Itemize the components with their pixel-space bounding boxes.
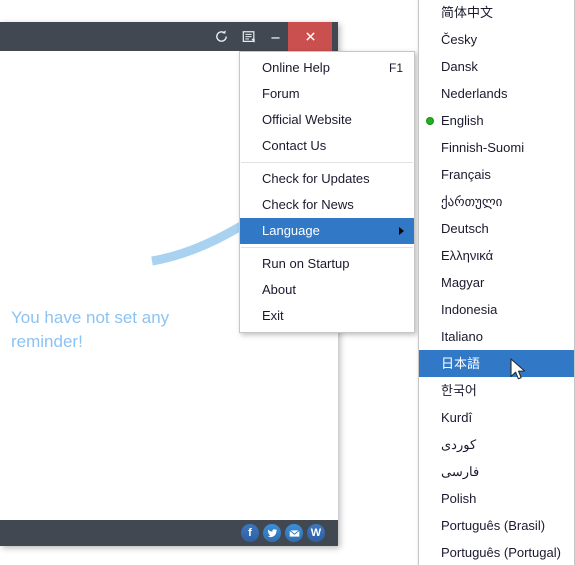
- screen: You have not set any reminder! f W Onlin…: [0, 0, 575, 565]
- window-bottombar: f W: [0, 520, 338, 546]
- language-item-georgian[interactable]: ქართული: [419, 188, 574, 215]
- window-titlebar: [0, 22, 338, 51]
- weibo-icon[interactable]: W: [307, 524, 325, 542]
- language-item-polish[interactable]: Polish: [419, 485, 574, 512]
- menu-item-about[interactable]: About: [240, 277, 414, 303]
- language-item-francais[interactable]: Français: [419, 161, 574, 188]
- language-item-korean[interactable]: 한국어: [419, 377, 574, 404]
- language-item-portugues-portugal[interactable]: Português (Portugal): [419, 539, 574, 565]
- language-label: English: [441, 113, 484, 128]
- language-label: ქართული: [441, 194, 503, 209]
- language-item-greek[interactable]: Ελληνικά: [419, 242, 574, 269]
- language-item-portugues-brasil[interactable]: Português (Brasil): [419, 512, 574, 539]
- language-label: فارسی: [441, 464, 480, 479]
- menu-item-forum[interactable]: Forum: [240, 81, 414, 107]
- language-item-dansk[interactable]: Dansk: [419, 53, 574, 80]
- refresh-icon[interactable]: [208, 22, 234, 51]
- twitter-glyph: [267, 528, 277, 537]
- menu-item-online-help[interactable]: Online Help F1: [240, 55, 414, 81]
- refresh-glyph: [215, 30, 227, 42]
- language-label: Deutsch: [441, 221, 489, 236]
- language-item-cesky[interactable]: Česky: [419, 26, 574, 53]
- menu-item-official-website[interactable]: Official Website: [240, 107, 414, 133]
- language-label: Ελληνικά: [441, 248, 494, 263]
- menu-item-language[interactable]: Language: [240, 218, 414, 244]
- language-label: 日本語: [441, 356, 481, 371]
- menu-item-exit[interactable]: Exit: [240, 303, 414, 329]
- language-item-sorani-kurdish[interactable]: کوردی: [419, 431, 574, 458]
- menu-item-label: Check for Updates: [262, 171, 370, 186]
- language-label: Indonesia: [441, 302, 498, 317]
- twitter-icon[interactable]: [263, 524, 281, 542]
- language-label: Magyar: [441, 275, 485, 290]
- envelope-glyph: [288, 529, 300, 537]
- language-label: Nederlands: [441, 86, 508, 101]
- language-label: 简体中文: [441, 5, 494, 20]
- language-label: Português (Brasil): [441, 518, 546, 533]
- language-label: Finnish-Suomi: [441, 140, 525, 155]
- language-label: Česky: [441, 32, 478, 47]
- menu-item-label: Forum: [262, 86, 300, 101]
- menu-item-label: Exit: [262, 308, 284, 323]
- context-menu[interactable]: Online Help F1 Forum Official Website Co…: [239, 51, 415, 333]
- language-label: Polish: [441, 491, 477, 506]
- language-item-kurdi[interactable]: Kurdî: [419, 404, 574, 431]
- language-item-magyar[interactable]: Magyar: [419, 269, 574, 296]
- menu-item-check-for-news[interactable]: Check for News: [240, 192, 414, 218]
- menu-item-shortcut: F1: [388, 61, 403, 75]
- empty-state-message: You have not set any reminder!: [11, 308, 170, 351]
- minimize-glyph: [270, 37, 280, 39]
- language-submenu[interactable]: 简体中文 Česky Dansk Nederlands English Finn…: [418, 0, 575, 565]
- menu-separator: [241, 247, 413, 248]
- language-item-farsi[interactable]: فارسی: [419, 458, 574, 485]
- language-label: Dansk: [441, 59, 478, 74]
- menu-item-check-for-updates[interactable]: Check for Updates: [240, 166, 414, 192]
- menu-item-label: Language: [262, 223, 320, 238]
- menu-item-label: About: [262, 282, 296, 297]
- menu-item-label: Contact Us: [262, 138, 327, 153]
- close-icon[interactable]: [288, 22, 332, 51]
- language-label: Français: [441, 167, 491, 182]
- language-item-english[interactable]: English: [419, 107, 574, 134]
- language-item-finnish-suomi[interactable]: Finnish-Suomi: [419, 134, 574, 161]
- note-glyph: [242, 30, 255, 43]
- language-label: Italiano: [441, 329, 483, 344]
- language-label: 한국어: [441, 383, 477, 398]
- menu-item-label: Check for News: [262, 197, 354, 212]
- language-label: کوردی: [441, 437, 477, 452]
- minimize-icon[interactable]: [262, 22, 288, 51]
- language-item-italiano[interactable]: Italiano: [419, 323, 574, 350]
- menu-item-label: Official Website: [262, 112, 352, 127]
- menu-item-label: Run on Startup: [262, 256, 350, 271]
- language-item-japanese[interactable]: 日本語: [419, 350, 574, 377]
- language-item-simplified-chinese[interactable]: 简体中文: [419, 0, 574, 26]
- language-item-deutsch[interactable]: Deutsch: [419, 215, 574, 242]
- language-item-nederlands[interactable]: Nederlands: [419, 80, 574, 107]
- chevron-right-icon: [399, 227, 404, 235]
- active-language-marker-icon: [426, 117, 434, 125]
- menu-separator: [241, 162, 413, 163]
- language-item-indonesia[interactable]: Indonesia: [419, 296, 574, 323]
- facebook-icon[interactable]: f: [241, 524, 259, 542]
- menu-item-contact-us[interactable]: Contact Us: [240, 133, 414, 159]
- note-icon[interactable]: [236, 22, 262, 51]
- language-label: Português (Portugal): [441, 545, 561, 560]
- language-label: Kurdî: [441, 410, 473, 425]
- menu-item-run-on-startup[interactable]: Run on Startup: [240, 251, 414, 277]
- close-glyph: [305, 32, 315, 41]
- menu-item-label: Online Help: [262, 60, 330, 75]
- email-icon[interactable]: [285, 524, 303, 542]
